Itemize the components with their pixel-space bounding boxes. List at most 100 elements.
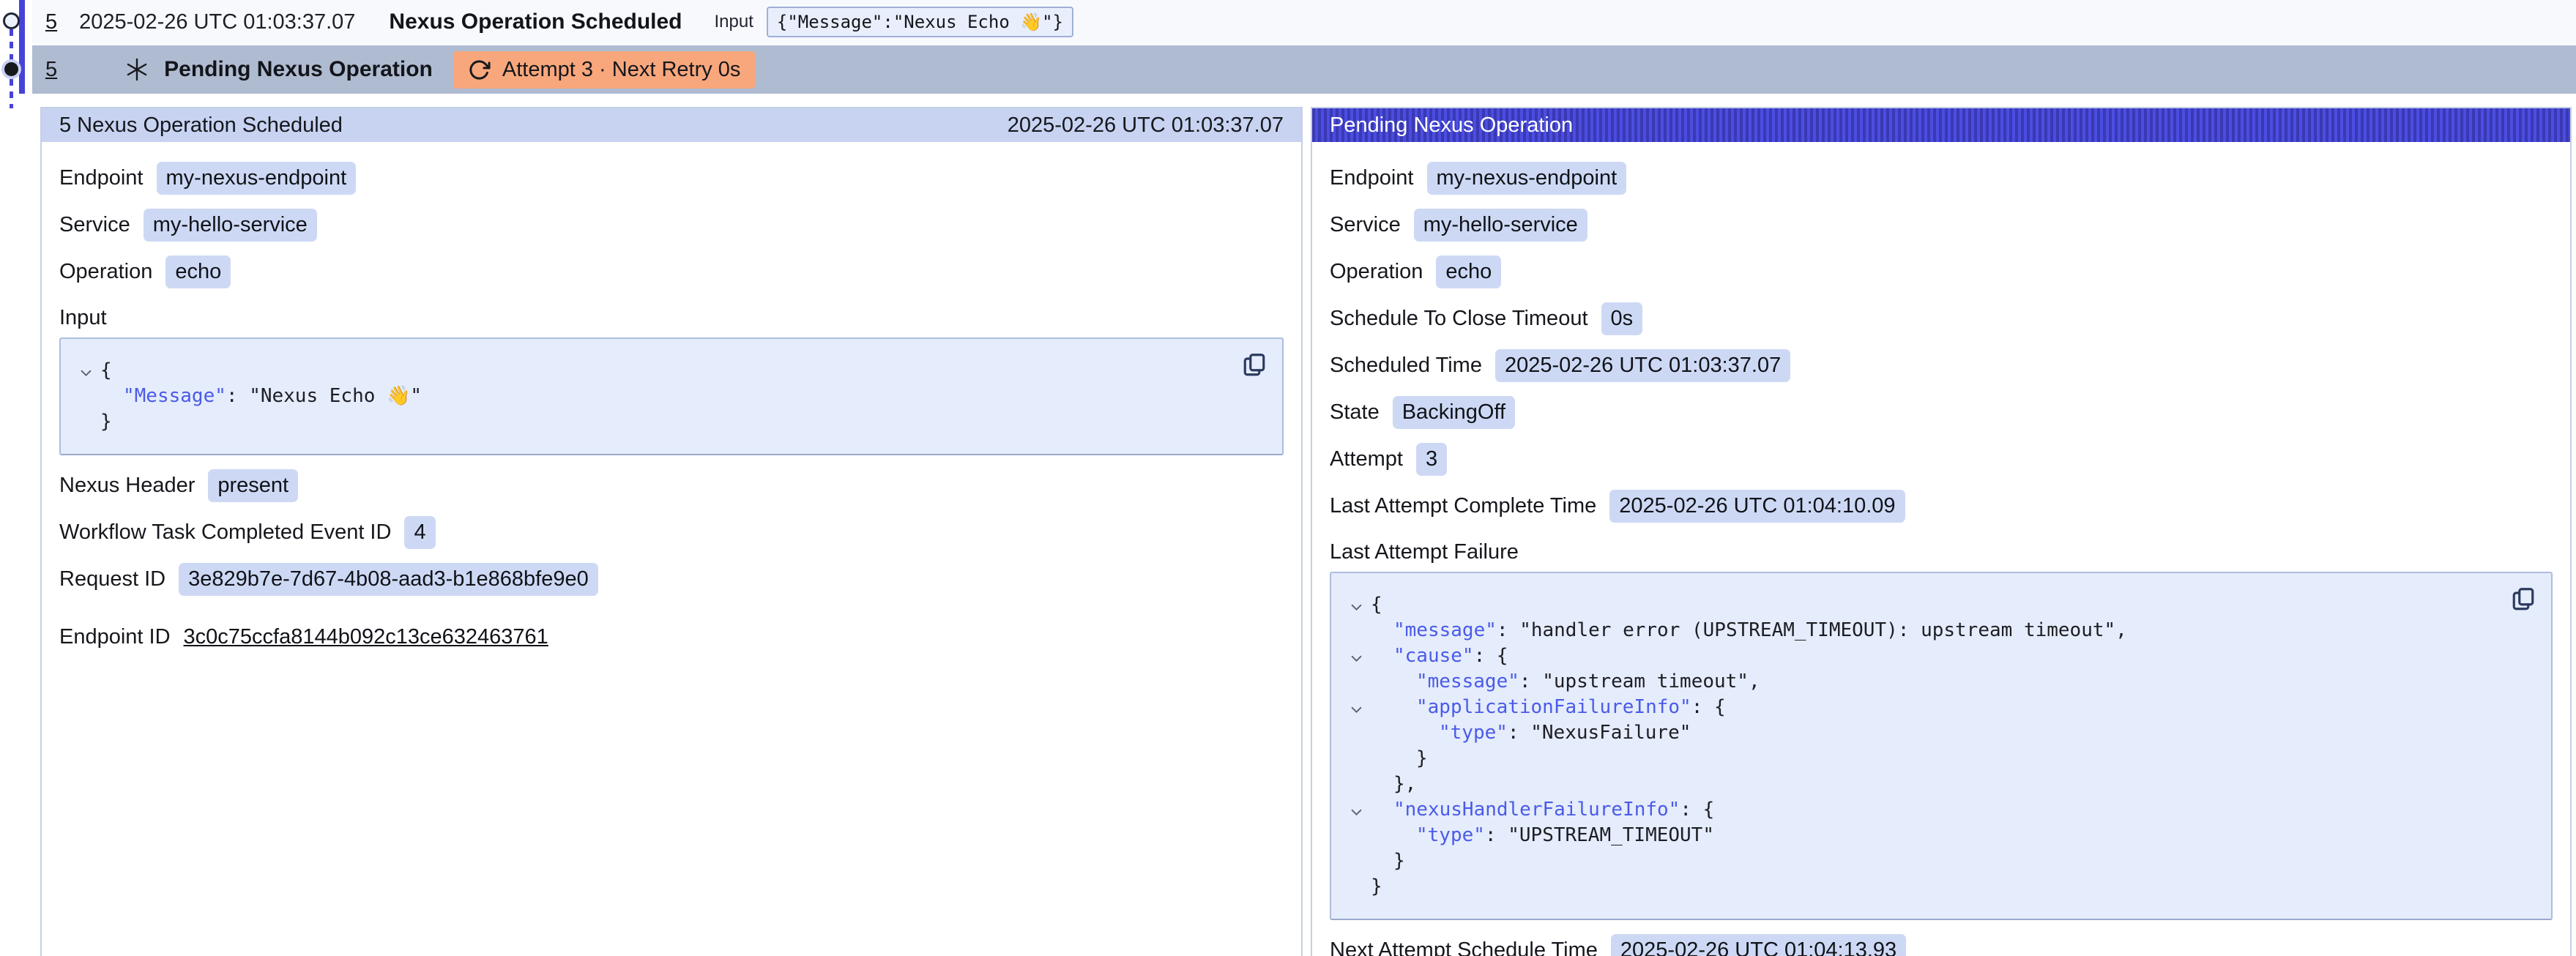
copy-icon (1241, 352, 1267, 378)
field-value-badge: 3e829b7e-7d67-4b08-aad3-b1e868bfe9e0 (179, 563, 598, 596)
field-label: Operation (1330, 260, 1423, 284)
panel-title: Pending Nexus Operation (1330, 113, 1573, 138)
field-value-badge: 0s (1601, 302, 1643, 335)
field-label: Next Attempt Schedule Time (1330, 938, 1598, 956)
event-input-chip: {"Message":"Nexus Echo 👋"} (767, 7, 1073, 37)
panel-timestamp: 2025-02-26 UTC 01:03:37.07 (1008, 113, 1284, 138)
code-line: } (1341, 746, 2500, 772)
json-text: : { (1474, 645, 1508, 667)
field-value-badge: my-hello-service (144, 209, 317, 242)
json-text: }, (1393, 773, 1416, 795)
event-row-pending-nexus-operation[interactable]: 5 Pending Nexus Operation Attempt 3 · Ne… (32, 45, 2576, 94)
collapse-chevron-icon[interactable] (1341, 702, 1371, 714)
json-key: "message" (1416, 671, 1519, 692)
field-state: State BackingOff (1330, 396, 2553, 429)
code-line-content: "type": "UPSTREAM_TIMEOUT" (1371, 823, 1714, 848)
field-last-attempt-failure: Last Attempt Failure { "message" : "handler… (1330, 540, 2553, 920)
code-line: } (1341, 874, 2500, 900)
json-key: "Message" (123, 385, 226, 407)
scheduled-panel-header: 5 Nexus Operation Scheduled 2025-02-26 U… (42, 108, 1301, 142)
retry-icon (468, 59, 491, 81)
code-line-content: "cause": { (1371, 643, 1508, 669)
timeline-current-marker-icon (4, 62, 18, 76)
field-value-badge: my-hello-service (1414, 209, 1587, 242)
code-line-content: { (1371, 592, 1382, 618)
field-value-badge: 4 (404, 516, 435, 549)
code-line: }, (1341, 772, 2500, 797)
json-text: { (1371, 594, 1382, 616)
copy-button[interactable] (2510, 586, 2536, 615)
scheduled-event-detail-panel: 5 Nexus Operation Scheduled 2025-02-26 U… (40, 107, 1303, 956)
field-endpoint: Endpointmy-nexus-endpoint (1330, 162, 2553, 195)
endpoint-id-link[interactable]: 3c0c75ccfa8144b092c13ce632463761 (184, 625, 548, 649)
collapse-chevron-icon[interactable] (71, 365, 100, 377)
field-value-badge: my-nexus-endpoint (157, 162, 357, 195)
field-label: Endpoint (1330, 166, 1414, 190)
field-value-badge: 2025-02-26 UTC 01:03:37.07 (1495, 349, 1790, 382)
json-text: : "NexusFailure" (1508, 722, 1691, 744)
field-operation: Operation echo (1330, 255, 2553, 288)
code-line: "nexusHandlerFailureInfo": { (1341, 797, 2500, 823)
json-text: : "handler error (UPSTREAM_TIMEOUT): ups… (1497, 619, 2127, 641)
code-line-content: } (1371, 746, 1428, 772)
field-label: Endpoint ID (59, 625, 171, 649)
event-row-nexus-operation-scheduled[interactable]: 5 2025-02-26 UTC 01:03:37.07 Nexus Opera… (32, 0, 2576, 44)
field-schedule-to-close-timeout: Schedule To Close Timeout0s (1330, 302, 2553, 335)
copy-icon (2510, 586, 2536, 613)
json-text: } (100, 411, 112, 433)
field-label: Operation (59, 260, 152, 284)
field-operation: Operation echo (59, 255, 1284, 288)
field-value-badge: 3 (1416, 443, 1447, 476)
code-line-content: } (1371, 848, 1405, 874)
field-value-badge: BackingOff (1393, 396, 1515, 429)
field-endpoint: Endpointmy-nexus-endpoint (59, 162, 1284, 195)
code-line: "cause": { (1341, 643, 2500, 669)
event-id-link[interactable]: 5 (45, 58, 57, 82)
field-value-badge: 2025-02-26 UTC 01:04:10.09 (1609, 490, 1905, 523)
field-attempt: Attempt3 (1330, 443, 2553, 476)
json-code-block: { "Message": "Nexus Echo 👋"} (59, 337, 1284, 455)
field-value-badge: echo (1436, 255, 1501, 288)
pending-panel-header: Pending Nexus Operation (1312, 108, 2570, 142)
code-line-content: "message": "upstream timeout", (1371, 669, 1760, 695)
field-label: Service (1330, 213, 1401, 237)
field-value-badge: 2025-02-26 UTC 01:04:13.93 (1611, 934, 1906, 956)
timeline-open-marker-icon (3, 12, 20, 29)
workflow-history-view: 5 2025-02-26 UTC 01:03:37.07 Nexus Opera… (0, 0, 2576, 956)
json-text: } (1371, 875, 1382, 897)
code-line: "type": "NexusFailure" (1341, 720, 2500, 746)
field-value-badge: echo (165, 255, 231, 288)
field-service: Service my-hello-service (1330, 209, 2553, 242)
code-line-content: }, (1371, 772, 1416, 797)
pending-panel-fields: Endpointmy-nexus-endpoint Service my-hello… (1312, 142, 2570, 956)
json-text: : { (1691, 696, 1726, 718)
code-line: "message": "upstream timeout", (1341, 669, 2500, 695)
field-input: Input{"Message": "Nexus Echo 👋"} (59, 306, 1284, 455)
code-line: "Message": "Nexus Echo 👋" (71, 384, 1231, 409)
copy-button[interactable] (1241, 352, 1267, 381)
code-line-content: "Message": "Nexus Echo 👋" (100, 384, 422, 409)
code-line-content: } (100, 409, 112, 435)
code-line: { (71, 358, 1231, 384)
field-service: Servicemy-hello-service (59, 209, 1284, 242)
field-label: State (1330, 400, 1380, 425)
field-label: Last Attempt Failure (1330, 540, 2553, 564)
field-endpoint-id: Endpoint ID 3c0c75ccfa8144b092c13ce632463… (59, 621, 1284, 653)
json-key: "type" (1416, 824, 1485, 846)
event-timestamp: 2025-02-26 UTC 01:03:37.07 (79, 10, 355, 34)
field-scheduled-time: Scheduled Time2025-02-26 UTC 01:03:37.07 (1330, 349, 2553, 382)
json-text: { (100, 359, 112, 381)
collapse-chevron-icon[interactable] (1341, 651, 1371, 662)
code-line: "type": "UPSTREAM_TIMEOUT" (1341, 823, 2500, 848)
code-line-content: "nexusHandlerFailureInfo": { (1371, 797, 1714, 823)
json-key: "applicationFailureInfo" (1416, 696, 1691, 718)
event-id-link[interactable]: 5 (45, 10, 57, 34)
field-workflow-task-completed-event-id: Workflow Task Completed Event ID4 (59, 516, 1284, 549)
code-line: } (71, 409, 1231, 435)
pending-operation-detail-panel: Pending Nexus Operation Endpointmy-nexus… (1311, 107, 2572, 956)
json-text: } (1416, 747, 1428, 769)
collapse-chevron-icon[interactable] (1341, 804, 1371, 816)
collapse-chevron-icon[interactable] (1341, 600, 1371, 611)
field-label: Request ID (59, 567, 165, 591)
event-detail-panels: 5 Nexus Operation Scheduled 2025-02-26 U… (40, 107, 2572, 956)
